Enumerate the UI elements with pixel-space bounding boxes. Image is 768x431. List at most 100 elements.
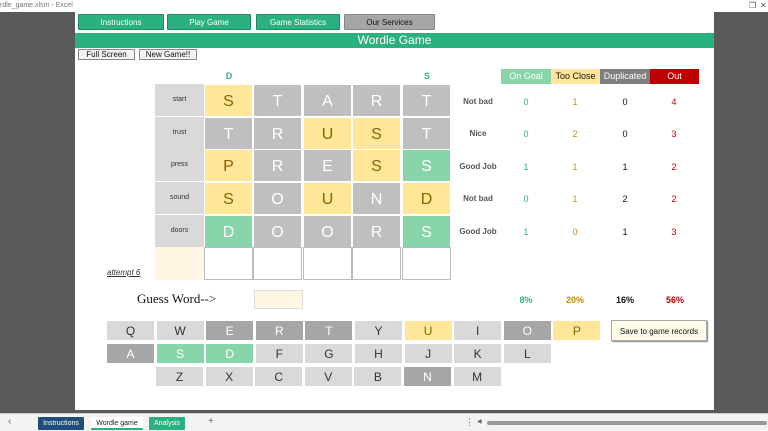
- letter-tile: O: [253, 215, 302, 248]
- key-v[interactable]: V: [303, 366, 353, 387]
- key-m[interactable]: M: [452, 366, 502, 387]
- letter-tile: S: [204, 182, 253, 215]
- key-g[interactable]: G: [304, 343, 354, 364]
- key-s[interactable]: S: [155, 343, 205, 364]
- key-o[interactable]: O: [502, 320, 552, 341]
- key-n[interactable]: N: [403, 366, 452, 387]
- nav-instructions-button[interactable]: Instructions: [78, 14, 164, 30]
- nav-our-services-button[interactable]: Our Services: [344, 14, 435, 30]
- empty-letter-tile: [303, 247, 352, 280]
- attempt-word-label: start: [155, 84, 204, 116]
- nav-game-statistics-button[interactable]: Game Statistics: [256, 14, 340, 30]
- duplicated-percent: 16%: [615, 295, 634, 305]
- key-k[interactable]: K: [453, 343, 503, 364]
- key-x[interactable]: X: [204, 366, 254, 387]
- attempt-verdict: Not bad: [463, 194, 493, 203]
- page-title: Wordle Game: [75, 33, 714, 48]
- key-u[interactable]: U: [403, 320, 453, 341]
- new-game-button[interactable]: New Game!!: [139, 49, 197, 60]
- on-goal-header: On Goal: [501, 69, 551, 84]
- on-goal-count: 0: [523, 129, 529, 139]
- key-h[interactable]: H: [354, 343, 403, 364]
- nav-play-game-button[interactable]: Play Game: [167, 14, 251, 30]
- empty-letter-tile: [402, 247, 451, 280]
- on-goal-count: 1: [523, 227, 529, 237]
- key-r[interactable]: R: [254, 320, 304, 341]
- duplicated-count: 2: [622, 194, 628, 204]
- sheet-tab-wordle-game[interactable]: Wordle game: [91, 417, 143, 430]
- out-count: 2: [671, 162, 677, 172]
- sheet-tab-bar: ‹ Instructions Wordle game Analysis + ⋮ …: [0, 413, 768, 431]
- attempt-verdict: Nice: [469, 129, 487, 138]
- letter-tile: T: [253, 84, 302, 117]
- attempt-verdict: Not bad: [463, 97, 493, 106]
- restore-icon[interactable]: ❐: [749, 0, 756, 12]
- key-i[interactable]: I: [453, 320, 503, 341]
- letter-tile: O: [253, 182, 302, 215]
- key-d[interactable]: D: [205, 343, 255, 364]
- on-goal-percent: 8%: [519, 295, 533, 305]
- empty-letter-tile: [352, 247, 401, 280]
- too-close-count: 1: [572, 97, 578, 107]
- scroll-left-icon[interactable]: ◀: [477, 418, 482, 425]
- key-y[interactable]: Y: [354, 320, 403, 341]
- empty-letter-tile: [253, 247, 302, 280]
- letter-tile: R: [352, 84, 401, 117]
- key-c[interactable]: C: [254, 366, 304, 387]
- hint-letter-5: S: [423, 71, 430, 81]
- out-count: 4: [671, 97, 677, 107]
- save-to-game-records-button[interactable]: Save to game records: [611, 320, 707, 341]
- key-a[interactable]: A: [106, 343, 155, 364]
- key-q[interactable]: Q: [106, 320, 155, 341]
- letter-tile: N: [352, 182, 401, 215]
- letter-tile: S: [204, 84, 253, 117]
- out-count: 2: [671, 194, 677, 204]
- too-close-count: 1: [572, 194, 578, 204]
- key-j[interactable]: J: [403, 343, 453, 364]
- letter-tile: U: [303, 117, 352, 150]
- key-p[interactable]: P: [552, 320, 602, 341]
- out-count: 3: [671, 227, 677, 237]
- too-close-percent: 20%: [565, 295, 584, 305]
- key-z[interactable]: Z: [155, 366, 204, 387]
- duplicated-header: Duplicated: [600, 69, 650, 84]
- letter-tile: S: [402, 215, 451, 248]
- attempt-word-label: press: [155, 149, 204, 181]
- letter-tile: S: [352, 117, 401, 150]
- sheet-tab-analysis[interactable]: Analysis: [149, 417, 185, 430]
- letter-tile: R: [253, 117, 302, 150]
- key-t[interactable]: T: [304, 320, 354, 341]
- key-l[interactable]: L: [502, 343, 552, 364]
- out-count: 3: [671, 129, 677, 139]
- letter-tile: U: [303, 182, 352, 215]
- add-sheet-icon[interactable]: +: [208, 416, 214, 427]
- letter-tile: D: [204, 215, 253, 248]
- attempt-word-label: sound: [155, 182, 204, 214]
- letter-tile: D: [402, 182, 451, 215]
- close-icon[interactable]: ✕: [760, 0, 767, 12]
- attempt-verdict: Good Job: [459, 162, 497, 171]
- letter-tile: R: [352, 215, 401, 248]
- full-screen-button[interactable]: Full Screen: [78, 49, 135, 60]
- key-f[interactable]: F: [254, 343, 304, 364]
- letter-tile: T: [402, 84, 451, 117]
- window-titlebar: rdle_game.xlsm - Excel ❐ ✕: [0, 0, 768, 12]
- too-close-count: 1: [572, 162, 578, 172]
- guess-word-input[interactable]: [254, 290, 303, 309]
- out-header: Out: [650, 69, 699, 84]
- too-close-count: 0: [572, 227, 578, 237]
- on-goal-count: 1: [523, 162, 529, 172]
- more-options-icon[interactable]: ⋮: [465, 417, 474, 428]
- key-b[interactable]: B: [353, 366, 403, 387]
- key-e[interactable]: E: [205, 320, 255, 341]
- duplicated-count: 1: [622, 227, 628, 237]
- guess-word-label: Guess Word-->: [137, 291, 217, 306]
- letter-tile: T: [402, 117, 451, 150]
- key-w[interactable]: W: [155, 320, 205, 341]
- duplicated-count: 0: [622, 129, 628, 139]
- horizontal-scrollbar[interactable]: [487, 421, 767, 425]
- sheet-tab-instructions[interactable]: Instructions: [38, 417, 84, 430]
- empty-letter-tile: [204, 247, 253, 280]
- tab-nav-left-icon[interactable]: ‹: [8, 416, 11, 427]
- letter-tile: T: [204, 117, 253, 150]
